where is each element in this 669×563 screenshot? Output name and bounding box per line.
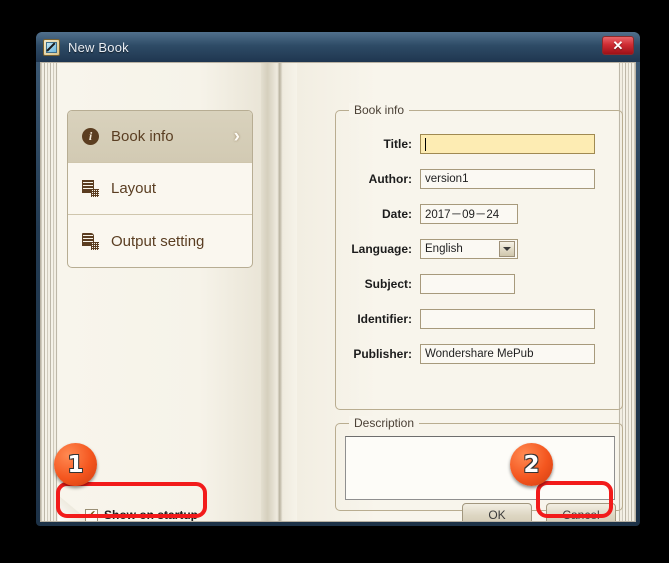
field-row-language: Language: English — [336, 238, 622, 260]
show-on-startup-label: Show on startup — [104, 508, 198, 522]
title-label: Title: — [383, 137, 412, 151]
text-caret — [425, 137, 426, 151]
book-spine — [261, 63, 297, 521]
new-book-dialog: New Book ✕ i Book info › Layout Output s… — [36, 32, 640, 526]
publisher-input[interactable]: Wondershare MePub — [420, 344, 595, 364]
checkmark-icon: ✔ — [86, 508, 97, 521]
field-row-identifier: Identifier: — [336, 308, 622, 330]
field-row-subject: Subject: — [336, 273, 622, 295]
subject-input[interactable] — [420, 274, 515, 294]
chevron-right-icon: › — [233, 126, 240, 147]
date-label: Date: — [381, 207, 412, 221]
sidebar-item-layout[interactable]: Layout — [68, 163, 252, 215]
ok-button[interactable]: OK — [462, 503, 532, 521]
sidebar-nav: i Book info › Layout Output setting — [67, 110, 253, 268]
description-group: Description — [335, 416, 623, 511]
checkbox-box[interactable]: ✔ — [85, 508, 98, 521]
show-on-startup-checkbox[interactable]: ✔ Show on startup — [85, 508, 198, 522]
sidebar-item-output-setting[interactable]: Output setting — [68, 215, 252, 267]
close-icon[interactable]: ✕ — [602, 36, 634, 55]
language-select[interactable]: English — [420, 239, 518, 259]
date-input[interactable]: 2017－09－24 — [420, 204, 518, 224]
description-textarea[interactable] — [345, 436, 615, 500]
title-bar[interactable]: New Book ✕ — [36, 32, 640, 62]
pen-document-icon — [43, 38, 60, 56]
cancel-button[interactable]: Cancel — [546, 503, 616, 521]
author-label: Author: — [368, 172, 412, 186]
sidebar-item-label: Layout — [111, 180, 157, 197]
field-row-author: Author: version1 — [336, 168, 622, 190]
window-title: New Book — [68, 39, 129, 55]
book-page-edges-left — [41, 63, 58, 521]
language-label: Language: — [351, 242, 412, 256]
author-input[interactable]: version1 — [420, 169, 595, 189]
description-group-title: Description — [349, 416, 420, 430]
output-folder-icon — [82, 232, 99, 250]
identifier-input[interactable] — [420, 309, 595, 329]
layout-document-icon — [82, 180, 99, 197]
sidebar-item-label: Book info — [111, 128, 174, 145]
book-info-group-title: Book info — [349, 103, 410, 117]
info-icon: i — [82, 128, 99, 145]
book-info-group: Book info Title: Author: version1 Date: … — [335, 103, 623, 410]
chevron-down-icon[interactable] — [499, 241, 515, 257]
language-value: English — [425, 243, 463, 255]
publisher-label: Publisher: — [353, 347, 412, 361]
subject-label: Subject: — [364, 277, 412, 291]
sidebar-item-book-info[interactable]: i Book info › — [68, 111, 252, 163]
field-row-title: Title: — [336, 133, 622, 155]
close-glyph: ✕ — [612, 38, 624, 53]
field-row-publisher: Publisher: Wondershare MePub — [336, 343, 622, 365]
identifier-label: Identifier: — [357, 312, 412, 326]
title-input[interactable] — [420, 134, 595, 154]
sidebar-item-label: Output setting — [111, 232, 205, 250]
dialog-body: i Book info › Layout Output setting Book… — [40, 62, 636, 522]
field-row-date: Date: 2017－09－24 — [336, 203, 622, 225]
